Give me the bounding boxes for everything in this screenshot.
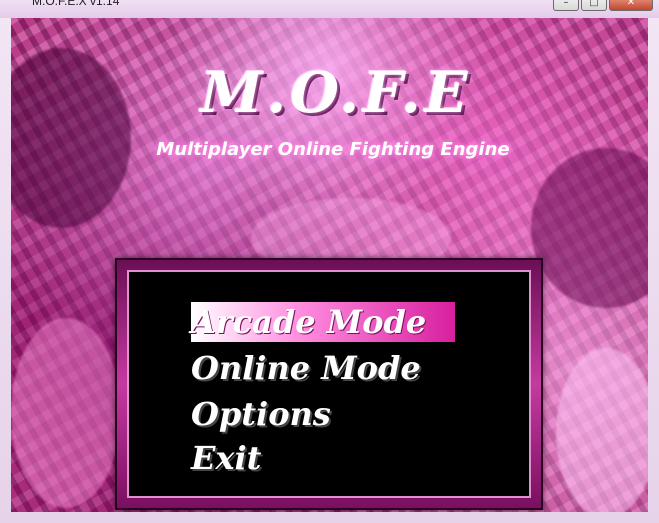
minimize-button[interactable]: – — [553, 0, 579, 11]
maximize-button[interactable]: □ — [581, 0, 607, 11]
menu-item-options[interactable]: Options — [191, 394, 331, 434]
game-logo: M.O.F.E — [200, 60, 472, 126]
game-viewport: M.O.F.E Multiplayer Online Fighting Engi… — [11, 18, 648, 512]
menu-panel: Arcade Mode Online Mode Options Exit — [127, 270, 531, 498]
app-window: M.O.F.E.X v1.14 – □ ✕ M.O.F.E Multiplaye… — [0, 0, 659, 523]
close-button[interactable]: ✕ — [609, 0, 653, 11]
title-bar[interactable]: M.O.F.E.X v1.14 – □ ✕ — [0, 0, 659, 18]
menu-item-exit[interactable]: Exit — [191, 438, 261, 478]
window-controls: – □ ✕ — [553, 0, 653, 11]
main-menu: Arcade Mode Online Mode Options Exit — [115, 258, 543, 510]
background-collage — [531, 148, 648, 308]
game-subtitle: Multiplayer Online Fighting Engine — [156, 139, 510, 160]
window-title: M.O.F.E.X v1.14 — [32, 0, 120, 8]
background-collage — [556, 348, 648, 512]
background-collage — [11, 48, 131, 228]
menu-item-arcade-mode[interactable]: Arcade Mode — [191, 302, 455, 342]
menu-item-online-mode[interactable]: Online Mode — [191, 348, 421, 388]
background-collage — [11, 318, 121, 508]
